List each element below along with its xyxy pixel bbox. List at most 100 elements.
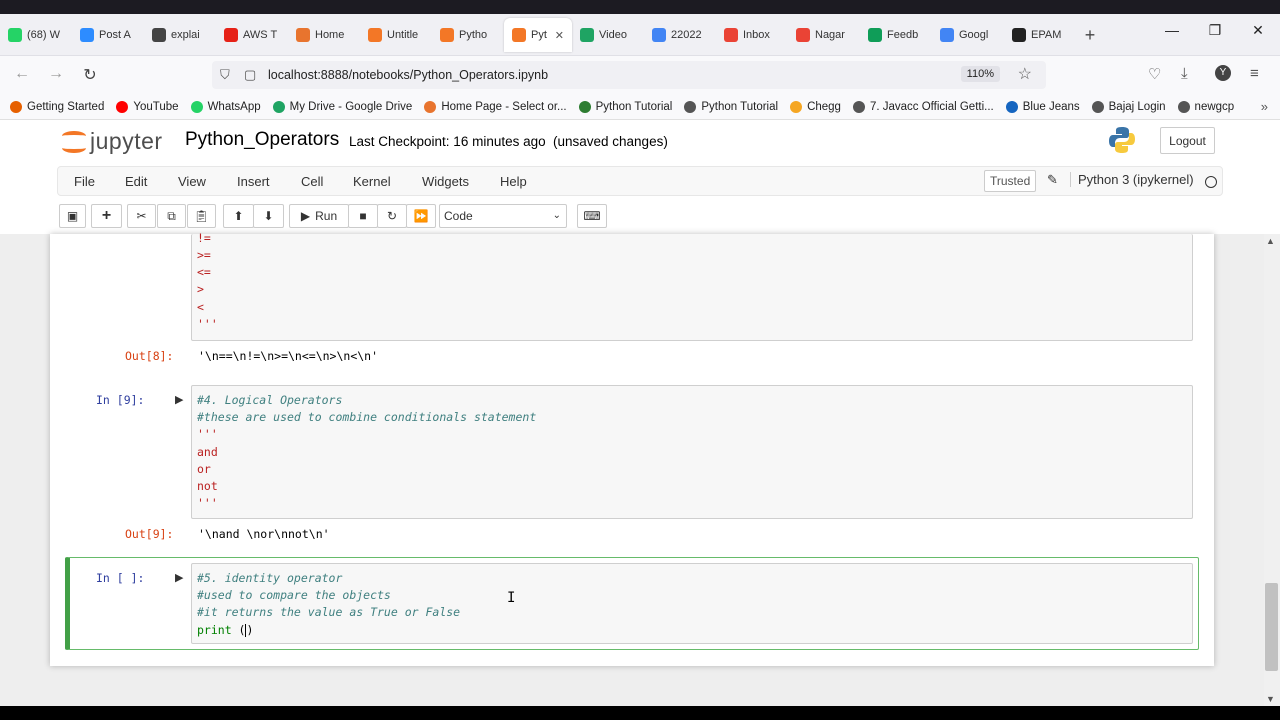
browser-tab[interactable]: Pyt ✕ <box>504 18 572 52</box>
menu-help[interactable]: Help <box>500 174 527 189</box>
move-up-icon[interactable]: ⬆ <box>223 204 254 228</box>
paste-icon[interactable]: 📋︎ <box>187 204 216 228</box>
scroll-up-icon[interactable]: ▲ <box>1266 236 1275 246</box>
pencil-icon[interactable]: ✎ <box>1047 172 1058 188</box>
bookmark-item[interactable]: Blue Jeans <box>1005 100 1080 113</box>
pocket-icon[interactable]: ♡ <box>1148 65 1161 83</box>
bookmark-item[interactable]: My Drive - Google Drive <box>272 100 412 113</box>
url-bar[interactable]: ⛉ ▢ localhost:8888/notebooks/Python_Oper… <box>212 61 1046 89</box>
interrupt-icon[interactable]: ■ <box>348 204 378 228</box>
tab-favicon-icon <box>940 28 954 42</box>
tab-favicon-icon <box>224 28 238 42</box>
insert-cell-icon[interactable]: + <box>91 204 122 228</box>
move-down-icon[interactable]: ⬇ <box>253 204 284 228</box>
browser-tab[interactable]: Inbox <box>716 18 788 52</box>
menu-insert[interactable]: Insert <box>237 174 270 189</box>
cell-10-input[interactable]: #5. identity operator #used to compare t… <box>191 563 1193 644</box>
bookmark-item[interactable]: Getting Started <box>10 100 104 113</box>
bookmark-item[interactable]: Bajaj Login <box>1091 100 1166 113</box>
unsaved-status: (unsaved changes) <box>553 134 668 149</box>
jupyter-logo[interactable]: jupyter <box>62 128 163 155</box>
keyboard-icon[interactable]: ⌨ <box>577 204 607 228</box>
notebook-title[interactable]: Python_Operators <box>185 129 339 151</box>
menu-edit[interactable]: Edit <box>125 174 147 189</box>
menu-widgets[interactable]: Widgets <box>422 174 469 189</box>
os-top-bar <box>0 0 1280 14</box>
cell-10-run-icon[interactable]: ▶ <box>175 571 183 584</box>
bookmark-item[interactable]: Home Page - Select or... <box>424 100 567 113</box>
logout-button[interactable]: Logout <box>1160 127 1215 154</box>
jupyter-logo-text: jupyter <box>90 128 163 154</box>
scroll-down-icon[interactable]: ▼ <box>1266 694 1275 704</box>
menu-view[interactable]: View <box>178 174 206 189</box>
menu-kernel[interactable]: Kernel <box>353 174 391 189</box>
bookmarks-bar: Getting Started YouTube WhatsApp My Drive -… <box>0 94 1280 120</box>
restore-icon[interactable]: ❐ <box>1195 22 1235 39</box>
cell-8-output: '\n==\n!=\n>=\n<=\n>\n<\n' <box>198 349 379 363</box>
bookmarks-more-icon[interactable]: » <box>1261 99 1268 114</box>
browser-nav-bar: ← → ↻ ⛉ ▢ localhost:8888/notebooks/Pytho… <box>0 56 1280 94</box>
browser-tab[interactable]: 22022 <box>644 18 716 52</box>
tab-label: (68) W <box>27 29 60 41</box>
tab-label: Post A <box>99 29 131 41</box>
restart-icon[interactable]: ↻ <box>377 204 407 228</box>
tab-label: Untitle <box>387 29 419 41</box>
close-tab-icon[interactable]: ✕ <box>555 29 564 42</box>
save-icon[interactable]: ▣ <box>59 204 86 228</box>
browser-tab[interactable]: Home <box>288 18 360 52</box>
bookmark-favicon-icon <box>272 100 285 113</box>
browser-tab[interactable]: AWS T <box>216 18 288 52</box>
kernel-name[interactable]: Python 3 (ipykernel) <box>1070 172 1194 187</box>
browser-tab[interactable]: Googl <box>932 18 1004 52</box>
copy-icon[interactable]: ⧉ <box>157 204 186 228</box>
bookmark-item[interactable]: YouTube <box>116 100 179 113</box>
cut-icon[interactable]: ✂ <box>127 204 156 228</box>
run-icon: ▶ <box>300 209 311 223</box>
bookmark-star-icon[interactable]: ☆ <box>1018 64 1032 84</box>
download-icon[interactable]: ⤓ <box>1181 65 1188 82</box>
cell-8-input[interactable]: != >= <= > < ''' <box>191 231 1193 341</box>
browser-tab[interactable]: (68) W <box>0 18 72 52</box>
back-icon[interactable]: ← <box>10 65 34 83</box>
browser-tab[interactable]: EPAM <box>1004 18 1076 52</box>
browser-tab[interactable]: Nagar <box>788 18 860 52</box>
cell-type-select[interactable]: Code ⌄ <box>439 204 567 228</box>
scrollbar-thumb[interactable] <box>1265 583 1278 671</box>
bookmark-item[interactable]: Python Tutorial <box>684 100 778 113</box>
menu-icon[interactable]: ≡ <box>1250 65 1259 82</box>
account-avatar[interactable]: Y <box>1215 65 1231 81</box>
jupyter-header: jupyter Python_Operators Last Checkpoint… <box>0 120 1280 162</box>
restart-run-all-icon[interactable]: ⏩ <box>406 204 436 228</box>
tab-label: 22022 <box>671 29 702 41</box>
browser-tab-strip: (68) W Post A explai AWS T Home Untitle Pytho P… <box>0 0 1280 56</box>
bookmark-item[interactable]: Python Tutorial <box>578 100 672 113</box>
minimize-icon[interactable]: — <box>1152 22 1192 38</box>
bookmark-item[interactable]: 7. Javacc Official Getti... <box>852 100 994 113</box>
browser-tab[interactable]: Video <box>572 18 644 52</box>
cell-9-run-icon[interactable]: ▶ <box>175 393 183 406</box>
zoom-level[interactable]: 110% <box>960 66 1000 82</box>
jupyter-logo-icon <box>62 129 86 155</box>
tab-label: Inbox <box>743 29 770 41</box>
bookmark-favicon-icon <box>684 100 697 113</box>
close-window-icon[interactable]: ✕ <box>1238 22 1278 39</box>
bookmark-item[interactable]: newgcp <box>1177 100 1234 113</box>
trusted-badge[interactable]: Trusted <box>984 170 1037 192</box>
reload-icon[interactable]: ↻ <box>78 65 102 85</box>
browser-tab[interactable]: Post A <box>72 18 144 52</box>
cell-9-input[interactable]: #4. Logical Operators #these are used to… <box>191 385 1193 519</box>
bookmark-item[interactable]: WhatsApp <box>190 100 261 113</box>
forward-icon[interactable]: → <box>44 65 68 83</box>
browser-tab[interactable]: Feedb <box>860 18 932 52</box>
run-button[interactable]: ▶ Run <box>289 204 349 228</box>
menu-cell[interactable]: Cell <box>301 174 323 189</box>
tab-favicon-icon <box>440 28 454 42</box>
code-line-print: print () <box>197 623 254 637</box>
browser-tabs: (68) W Post A explai AWS T Home Untitle Pytho P… <box>0 18 1104 52</box>
browser-tab[interactable]: Untitle <box>360 18 432 52</box>
browser-tab[interactable]: explai <box>144 18 216 52</box>
bookmark-item[interactable]: Chegg <box>790 100 841 113</box>
menu-file[interactable]: File <box>74 174 95 189</box>
new-tab-icon[interactable]: + <box>1076 25 1104 46</box>
browser-tab[interactable]: Pytho <box>432 18 504 52</box>
